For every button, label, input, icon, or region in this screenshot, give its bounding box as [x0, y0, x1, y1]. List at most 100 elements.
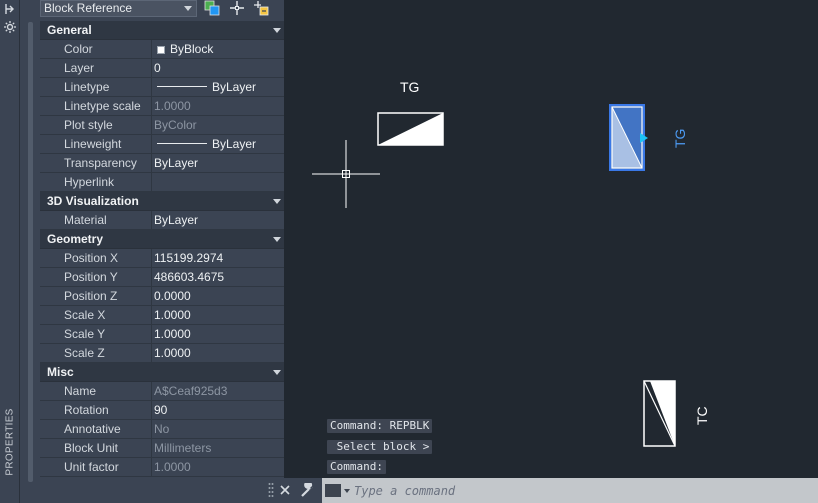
section-title: Misc	[47, 365, 74, 379]
section-misc[interactable]: Misc	[40, 363, 288, 382]
toggle-pickadd-icon[interactable]	[204, 0, 220, 16]
prop-value[interactable]: 1.0000	[152, 458, 288, 476]
block-label-tg-selected: TG	[672, 129, 688, 148]
prop-label: Linetype scale	[40, 97, 152, 115]
prop-row-block-unit[interactable]: Block Unit Millimeters	[40, 439, 288, 458]
prop-row-linetype[interactable]: Linetype ByLayer	[40, 78, 288, 97]
block-reference-selected[interactable]	[609, 104, 645, 171]
prop-row-color[interactable]: Color ByBlock	[40, 40, 288, 59]
prop-value[interactable]: 0	[152, 59, 288, 77]
object-type-value: Block Reference	[44, 1, 133, 15]
prop-value[interactable]: No	[152, 420, 288, 438]
prop-value[interactable]: 0.0000	[152, 287, 288, 305]
object-type-dropdown[interactable]: Block Reference	[40, 0, 197, 17]
palette-settings-icon[interactable]	[3, 20, 17, 34]
prop-value[interactable]: A$Ceaf925d3	[152, 382, 288, 400]
prop-value[interactable]: ByLayer	[152, 135, 288, 153]
prop-row-scale-x[interactable]: Scale X 1.0000	[40, 306, 288, 325]
auto-hide-icon[interactable]	[3, 2, 17, 16]
command-history-line: Select block >	[327, 440, 433, 454]
prop-value-text: ByLayer	[212, 137, 257, 151]
lineweight-preview	[157, 143, 207, 144]
prop-row-layer[interactable]: Layer 0	[40, 59, 288, 78]
section-general[interactable]: General	[40, 21, 288, 40]
section-title: Geometry	[47, 232, 104, 246]
prop-value[interactable]: ByLayer	[152, 154, 288, 172]
prop-value[interactable]: 1.0000	[152, 344, 288, 362]
prop-row-lineweight[interactable]: Lineweight ByLayer	[40, 135, 288, 154]
prop-label: Material	[40, 211, 152, 229]
block-reference-3[interactable]	[643, 380, 676, 447]
prop-row-material[interactable]: Material ByLayer	[40, 211, 288, 230]
prop-row-annotative[interactable]: Annotative No	[40, 420, 288, 439]
command-input[interactable]	[354, 481, 804, 500]
scroll-thumb[interactable]	[28, 22, 33, 482]
chevron-down-icon[interactable]	[344, 489, 350, 493]
collapse-icon[interactable]	[273, 199, 281, 204]
select-objects-icon[interactable]	[229, 0, 245, 16]
prop-row-position-x[interactable]: Position X 115199.2974	[40, 249, 288, 268]
prop-value[interactable]: 115199.2974	[152, 249, 288, 267]
prop-label: Name	[40, 382, 152, 400]
prop-value[interactable]	[152, 173, 288, 191]
prop-value[interactable]: ByLayer	[152, 78, 288, 96]
command-history-line: Command:	[327, 460, 386, 474]
prop-value[interactable]: ByBlock	[152, 40, 288, 58]
command-line-controls	[266, 478, 322, 503]
prop-label: Layer	[40, 59, 152, 77]
prop-label: Color	[40, 40, 152, 58]
block-reference-1[interactable]	[377, 112, 444, 146]
collapse-icon[interactable]	[273, 28, 281, 33]
prop-value[interactable]: 1.0000	[152, 97, 288, 115]
prop-label: Position Z	[40, 287, 152, 305]
collapse-icon[interactable]	[273, 370, 281, 375]
prop-value[interactable]: ByColor	[152, 116, 288, 134]
section-3d-visualization[interactable]: 3D Visualization	[40, 192, 288, 211]
model-space[interactable]: TG TG TC	[284, 0, 818, 478]
prop-row-scale-z[interactable]: Scale Z 1.0000	[40, 344, 288, 363]
prop-value[interactable]: 486603.4675	[152, 268, 288, 286]
color-swatch	[157, 46, 165, 54]
close-icon[interactable]	[279, 484, 291, 496]
prop-label: Annotative	[40, 420, 152, 438]
prop-label: Linetype	[40, 78, 152, 96]
prop-row-rotation[interactable]: Rotation 90	[40, 401, 288, 420]
command-line	[266, 478, 818, 503]
prop-row-plot-style[interactable]: Plot style ByColor	[40, 116, 288, 135]
prop-row-name[interactable]: Name A$Ceaf925d3	[40, 382, 288, 401]
palette-toolbar: Block Reference	[20, 0, 284, 18]
prop-row-unit-factor[interactable]: Unit factor 1.0000	[40, 458, 288, 477]
customize-wrench-icon[interactable]	[300, 483, 316, 498]
command-prompt-icon[interactable]	[325, 484, 341, 497]
prop-label: Scale Z	[40, 344, 152, 362]
prop-row-transparency[interactable]: Transparency ByLayer	[40, 154, 288, 173]
prop-row-hyperlink[interactable]: Hyperlink	[40, 173, 288, 192]
crosshair-cursor-icon	[312, 140, 380, 208]
prop-row-position-z[interactable]: Position Z 0.0000	[40, 287, 288, 306]
prop-value[interactable]: ByLayer	[152, 211, 288, 229]
prop-value[interactable]: 90	[152, 401, 288, 419]
prop-row-scale-y[interactable]: Scale Y 1.0000	[40, 325, 288, 344]
section-geometry[interactable]: Geometry	[40, 230, 288, 249]
prop-value[interactable]: 1.0000	[152, 306, 288, 324]
prop-value[interactable]: 1.0000	[152, 325, 288, 343]
drawing-canvas[interactable]: TG TG TC	[284, 0, 818, 478]
collapse-icon[interactable]	[273, 237, 281, 242]
section-title: General	[47, 23, 92, 37]
autocad-window: PROPERTIES Block Reference General Color…	[0, 0, 818, 503]
section-title: 3D Visualization	[47, 194, 139, 208]
drag-handle-icon[interactable]	[268, 482, 274, 499]
prop-label: Hyperlink	[40, 173, 152, 191]
prop-row-linetype-scale[interactable]: Linetype scale 1.0000	[40, 97, 288, 116]
quick-select-icon[interactable]	[253, 0, 269, 16]
properties-palette: Block Reference General Color ByBlock Lay…	[20, 0, 288, 503]
chevron-down-icon	[184, 6, 192, 11]
palette-title-strip: PROPERTIES	[0, 0, 20, 503]
palette-scrollbar[interactable]	[24, 18, 36, 488]
prop-label: Lineweight	[40, 135, 152, 153]
block-label-tc: TC	[694, 406, 710, 425]
prop-label: Position X	[40, 249, 152, 267]
command-input-area[interactable]	[322, 478, 818, 503]
prop-row-position-y[interactable]: Position Y 486603.4675	[40, 268, 288, 287]
prop-value[interactable]: Millimeters	[152, 439, 288, 457]
